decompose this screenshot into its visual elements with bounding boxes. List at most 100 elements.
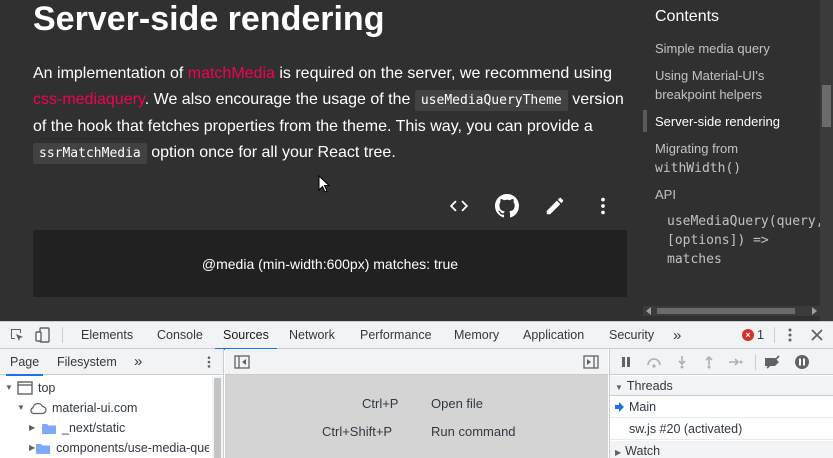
step-over-button[interactable] — [645, 353, 663, 371]
more-tabs-button[interactable]: » — [673, 322, 681, 349]
inspect-element-button[interactable] — [8, 326, 26, 344]
section-paragraph: An implementation of matchMedia is requi… — [33, 61, 633, 167]
thread-label: Main — [629, 400, 657, 414]
toc-subitem-line[interactable]: matches — [667, 250, 722, 269]
tab-elements[interactable]: Elements — [81, 322, 133, 349]
tab-filesystem[interactable]: Filesystem — [57, 349, 117, 375]
toc-item-code: withWidth() — [655, 161, 742, 176]
deactivate-breakpoints-button[interactable] — [764, 353, 782, 371]
expand-triangle-icon: ▼ — [5, 383, 13, 392]
show-source-button[interactable] — [443, 190, 475, 222]
github-icon — [495, 194, 519, 218]
customize-devtools-button[interactable] — [781, 326, 799, 344]
toc-subitem-line[interactable]: useMediaQuery(query, — [667, 212, 824, 231]
collapse-triangle-icon: ▶ — [615, 448, 622, 457]
sidebar-left-icon — [234, 355, 250, 369]
more-options-button[interactable] — [587, 190, 619, 222]
toc-item-breakpoint-helpers[interactable]: Using Material-UI's breakpoint helpers — [655, 66, 820, 104]
pause-exceptions-icon — [795, 355, 809, 369]
match-media-link[interactable]: matchMedia — [188, 65, 275, 82]
toc-title: Contents — [655, 8, 720, 25]
scrollbar-thumb[interactable] — [822, 85, 831, 127]
cloud-icon — [29, 401, 47, 415]
more-vert-icon — [601, 197, 605, 215]
tree-item-domain[interactable]: ▼ material-ui.com — [17, 398, 137, 418]
step-into-button[interactable] — [673, 353, 691, 371]
toc-item-server-side-rendering[interactable]: Server-side rendering — [643, 110, 820, 132]
toc-item-simple-media-query[interactable]: Simple media query — [655, 39, 820, 58]
pause-button[interactable] — [617, 353, 635, 371]
paragraph-text: An implementation of — [33, 65, 188, 82]
watch-section-header[interactable]: ▶ Watch — [610, 441, 833, 458]
page-vertical-scrollbar[interactable] — [820, 0, 833, 321]
kebab-menu-icon — [788, 328, 792, 342]
step-out-icon — [705, 355, 713, 369]
close-devtools-button[interactable] — [808, 326, 826, 344]
shortcut-keys: Ctrl+P — [362, 396, 399, 411]
step-button[interactable] — [727, 353, 745, 371]
pause-icon — [622, 357, 630, 367]
tree-item-label: material-ui.com — [52, 401, 138, 415]
toc-item-api[interactable]: API — [655, 185, 820, 204]
toggle-navigator-button[interactable] — [233, 353, 251, 371]
step-into-icon — [678, 356, 686, 369]
expand-triangle-icon: ▼ — [615, 383, 623, 392]
navigator-menu-button[interactable] — [200, 353, 218, 371]
error-count[interactable]: 1 — [757, 322, 764, 349]
edit-button[interactable] — [539, 190, 571, 222]
debugger-sidebar: ▼ Threads Main sw.js #20 (activated) ▶ Wat… — [609, 349, 833, 458]
toolbar-divider — [62, 327, 63, 343]
editor-area: Ctrl+P Open file Ctrl+Shift+P Run comman… — [225, 349, 608, 458]
devtools-panel: Elements Console Sources Network Perform… — [0, 321, 833, 458]
step-out-button[interactable] — [700, 353, 718, 371]
expand-triangle-icon: ▼ — [17, 403, 25, 412]
toolbar-divider — [774, 327, 775, 343]
docs-page: Server-side rendering An implementation … — [0, 0, 833, 321]
tab-application[interactable]: Application — [523, 322, 584, 349]
tree-item-label: top — [38, 381, 56, 395]
css-mediaquery-link[interactable]: css-mediaquery — [33, 91, 145, 108]
paragraph-text: . We also encourage the usage of the — [144, 91, 415, 108]
tab-memory[interactable]: Memory — [454, 322, 499, 349]
current-thread-arrow-icon — [615, 402, 624, 412]
tab-page[interactable]: Page — [5, 349, 44, 376]
tab-performance[interactable]: Performance — [360, 322, 432, 349]
tree-item-label: components/use-media-query — [56, 441, 209, 455]
close-icon — [811, 329, 823, 341]
tab-sources[interactable]: Sources — [215, 322, 277, 350]
tab-security[interactable]: Security — [609, 322, 654, 349]
device-toolbar-button[interactable] — [34, 326, 52, 344]
inspect-icon — [11, 329, 23, 341]
paragraph-text: option once for all your React tree. — [146, 144, 396, 161]
shortcut-keys: Ctrl+Shift+P — [322, 424, 393, 439]
inline-code: ssrMatchMedia — [33, 143, 147, 164]
scrollbar-thumb[interactable] — [214, 378, 221, 458]
kebab-menu-icon — [207, 356, 211, 368]
toolbar-divider — [755, 354, 756, 370]
pause-on-exceptions-button[interactable] — [793, 353, 811, 371]
toc-horizontal-scrollbar[interactable] — [643, 306, 820, 316]
thread-label: sw.js #20 (activated) — [629, 422, 743, 436]
more-navigator-tabs-button[interactable]: » — [134, 349, 142, 375]
toc-subitem-line[interactable]: [options]) => — [667, 231, 769, 250]
thread-service-worker[interactable]: sw.js #20 (activated) — [610, 419, 833, 440]
tree-item-folder[interactable]: ▶ _next/static — [29, 418, 125, 438]
navigator-tabbar: Page Filesystem » — [0, 349, 223, 376]
tree-item-top[interactable]: ▼ top — [5, 378, 55, 398]
tab-console[interactable]: Console — [157, 322, 203, 349]
threads-section-header[interactable]: ▼ Threads — [610, 376, 833, 396]
tree-item-folder[interactable]: ▶ components/use-media-query — [29, 438, 209, 458]
thread-main[interactable]: Main — [610, 397, 833, 418]
editor-toolbar — [225, 349, 608, 375]
toc-item-label: Migrating from — [655, 141, 739, 156]
breakpoints-off-icon — [765, 355, 780, 369]
tree-item-label: _next/static — [62, 421, 126, 435]
tab-network[interactable]: Network — [289, 322, 335, 349]
toggle-debugger-button[interactable] — [582, 353, 600, 371]
demo-output-text: @media (min-width:600px) matches: true — [201, 255, 459, 272]
error-icon[interactable]: × — [742, 329, 754, 341]
toc-item-migrating[interactable]: Migrating from withWidth() — [655, 139, 820, 178]
github-button[interactable] — [491, 190, 523, 222]
navigator-scrollbar[interactable] — [212, 376, 223, 458]
table-of-contents: Contents Simple media query Using Materi… — [643, 0, 824, 321]
